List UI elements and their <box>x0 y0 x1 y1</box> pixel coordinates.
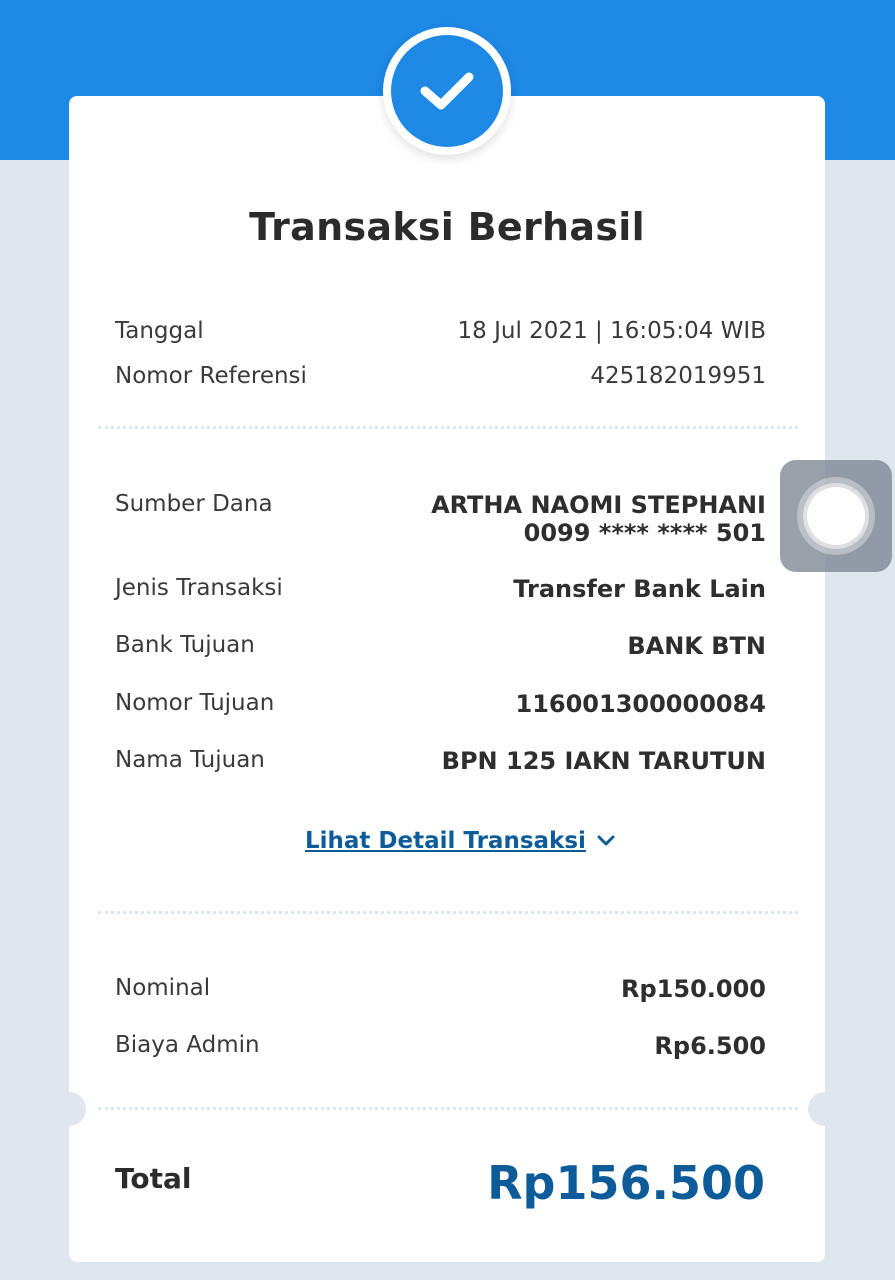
source-account: 0099 **** **** 501 <box>523 519 766 547</box>
assistive-touch-button[interactable] <box>780 460 892 572</box>
detail-value: 116001300000084 <box>515 690 767 718</box>
info-label: Tanggal <box>115 318 204 344</box>
info-row-reference: Nomor Referensi 425182019951 <box>115 363 766 389</box>
total-value: Rp156.500 <box>487 1156 765 1210</box>
info-value: 425182019951 <box>590 363 766 389</box>
total-label: Total <box>115 1162 192 1195</box>
detail-row-bank: Bank Tujuan BANK BTN <box>115 632 766 660</box>
detail-row-account: Nomor Tujuan 116001300000084 <box>115 690 766 718</box>
receipt-bottom-edge <box>69 1262 825 1280</box>
view-details-link[interactable]: Lihat Detail Transaksi <box>305 828 616 854</box>
page-title: Transaksi Berhasil <box>249 205 645 249</box>
divider <box>98 426 798 429</box>
detail-row-type: Jenis Transaksi Transfer Bank Lain <box>115 575 766 603</box>
source-name: ARTHA NAOMI STEPHANI <box>431 491 766 519</box>
info-value: 18 Jul 2021 | 16:05:04 WIB <box>457 318 766 344</box>
info-row-date: Tanggal 18 Jul 2021 | 16:05:04 WIB <box>115 318 766 344</box>
assistive-touch-icon <box>807 487 865 545</box>
divider <box>98 911 798 914</box>
view-details-label: Lihat Detail Transaksi <box>305 828 586 854</box>
detail-label: Jenis Transaksi <box>115 575 283 601</box>
detail-row-name: Nama Tujuan BPN 125 IAKN TARUTUN <box>115 747 766 775</box>
detail-value: BANK BTN <box>627 632 766 660</box>
detail-label: Nomor Tujuan <box>115 690 275 716</box>
source-value: ARTHA NAOMI STEPHANI 0099 **** **** 501 <box>431 491 766 547</box>
detail-label: Sumber Dana <box>115 491 273 517</box>
detail-value: BPN 125 IAKN TARUTUN <box>441 747 766 775</box>
detail-label: Bank Tujuan <box>115 632 255 658</box>
chevron-down-icon <box>596 828 616 854</box>
amount-value: Rp6.500 <box>654 1032 766 1060</box>
receipt-notch-left <box>52 1092 86 1126</box>
amount-label: Nominal <box>115 975 211 1001</box>
receipt-card <box>69 96 825 1262</box>
amount-row-nominal: Nominal Rp150.000 <box>115 975 766 1003</box>
assistive-touch-ring <box>797 477 875 555</box>
divider <box>98 1107 798 1110</box>
check-icon <box>391 35 503 147</box>
detail-value: Transfer Bank Lain <box>513 575 766 603</box>
detail-row-source: Sumber Dana ARTHA NAOMI STEPHANI 0099 **… <box>115 491 766 547</box>
amount-value: Rp150.000 <box>621 975 766 1003</box>
info-label: Nomor Referensi <box>115 363 307 389</box>
amount-label: Biaya Admin <box>115 1032 260 1058</box>
detail-label: Nama Tujuan <box>115 747 265 773</box>
amount-row-admin-fee: Biaya Admin Rp6.500 <box>115 1032 766 1060</box>
receipt-notch-right <box>808 1092 842 1126</box>
